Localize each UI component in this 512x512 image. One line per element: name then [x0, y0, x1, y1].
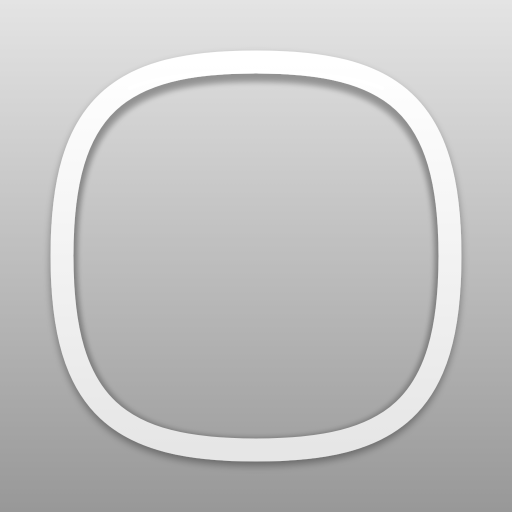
app-icon: [0, 0, 512, 512]
icon-artwork: [0, 0, 512, 512]
